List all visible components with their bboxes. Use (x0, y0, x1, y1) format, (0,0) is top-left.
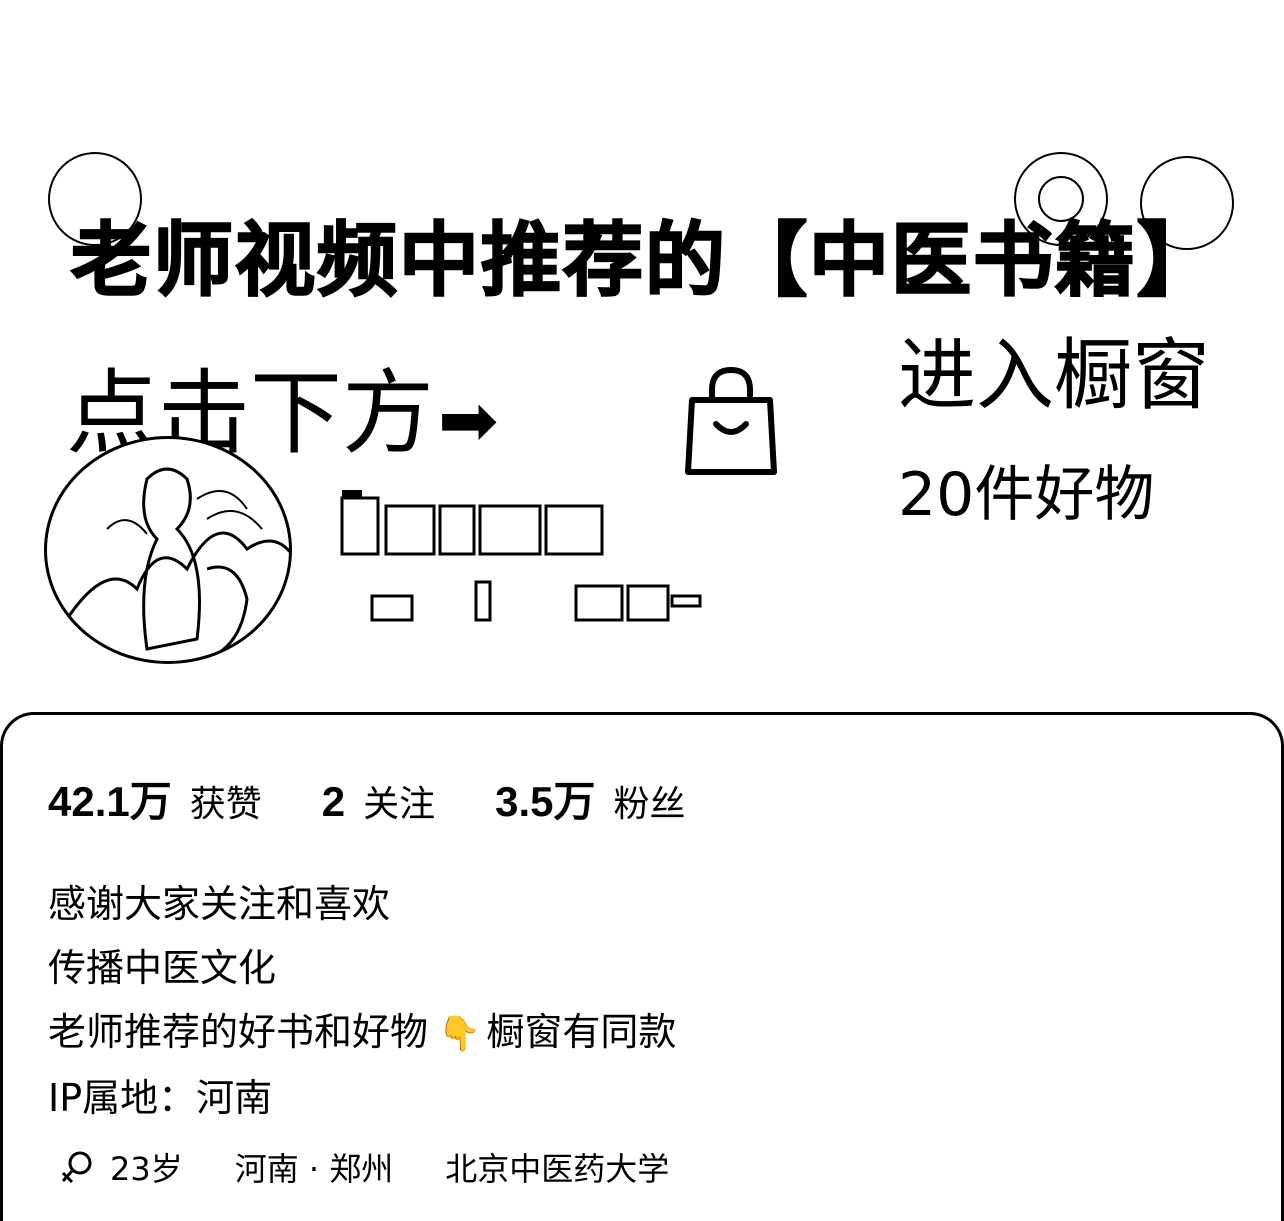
stat-following[interactable]: 2 关注 (322, 775, 435, 827)
arrow-right-icon: ➡ (438, 377, 499, 462)
meta-school[interactable]: 北京中医药大学 (445, 1144, 669, 1190)
meta-age: 23岁 (110, 1150, 183, 1188)
profile-stats: 42.1万 获赞 2 关注 3.5万 粉丝 (48, 768, 746, 829)
redacted-username (340, 490, 604, 556)
shopping-bag-icon[interactable] (682, 366, 780, 478)
avatar-illustration (47, 467, 289, 661)
meta-location: 河南 · 郑州 (234, 1150, 394, 1188)
profile-meta: 23岁 河南 · 郑州 北京中医药大学 (60, 1144, 721, 1190)
stat-following-value: 2 (321, 778, 346, 825)
bio-line-3-suffix: 橱窗有同款 (486, 1010, 677, 1054)
stat-followers-value: 3.5万 (495, 778, 596, 825)
profile-bio: 感谢大家关注和喜欢 传播中医文化 老师推荐的好书和好物 👇 橱窗有同款 IP属地：河… (48, 872, 676, 1130)
stat-likes-label: 获赞 (189, 784, 262, 825)
ip-location: IP属地：河南 (48, 1076, 273, 1120)
bio-line-1: 感谢大家关注和喜欢 (48, 882, 391, 926)
bio-line-3: 老师推荐的好书和好物 👇 橱窗有同款 (48, 1000, 676, 1066)
goods-count-text: 20件好物 (898, 460, 1155, 530)
stat-followers-label: 粉丝 (613, 784, 686, 825)
stat-likes[interactable]: 42.1万 获赞 (48, 768, 262, 829)
profile-banner: 老师视频中推荐的【中医书籍】 点击下方➡ 进入橱窗 20件好物 (0, 0, 1284, 712)
bio-line-3-prefix: 老师推荐的好书和好物 (48, 1010, 429, 1054)
stat-likes-value: 42.1万 (48, 778, 172, 825)
avatar[interactable] (44, 436, 292, 664)
female-icon (61, 1151, 92, 1184)
bio-line-2: 传播中医文化 (48, 946, 277, 990)
banner-headline: 老师视频中推荐的【中医书籍】 (70, 213, 1219, 308)
stat-followers[interactable]: 3.5万 粉丝 (495, 768, 685, 829)
enter-window-text[interactable]: 进入橱窗 (898, 333, 1210, 420)
pointing-down-icon: 👇 (438, 1014, 481, 1054)
redacted-account-id (370, 580, 702, 622)
stat-following-label: 关注 (363, 784, 436, 825)
